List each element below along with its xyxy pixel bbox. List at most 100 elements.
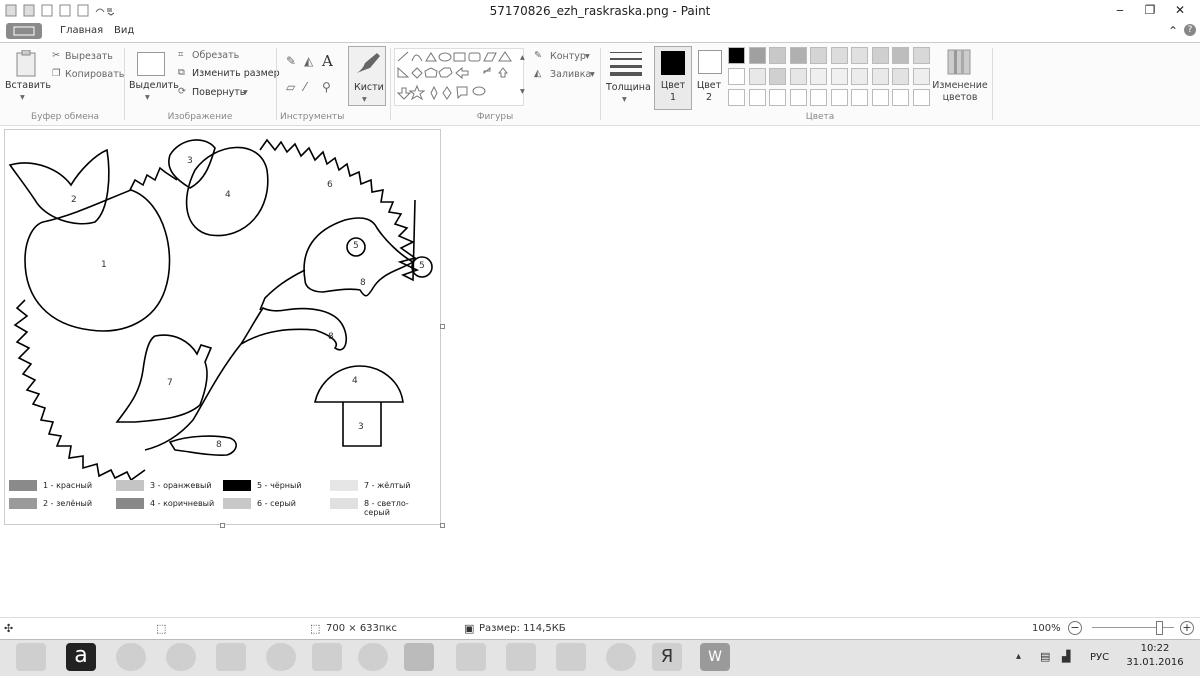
drawing-canvas[interactable]: 2 1 3 4 6 5 5 8 8 7 8 4 3 1 - красный 2 -… <box>4 129 441 525</box>
size-dropdown-icon[interactable]: ▾ <box>622 94 627 105</box>
palette-swatch[interactable] <box>871 68 889 85</box>
tray-network-icon[interactable]: ▟ <box>1062 650 1070 663</box>
copy-button[interactable]: Копировать <box>65 69 124 80</box>
tray-device-icon[interactable]: ▤ <box>1040 650 1050 663</box>
taskbar-folder-icon[interactable] <box>16 643 46 671</box>
paste-dropdown-icon[interactable]: ▾ <box>20 92 25 103</box>
cut-button[interactable]: Вырезать <box>65 51 113 62</box>
palette-swatch[interactable] <box>728 68 745 85</box>
fill-button[interactable]: Заливка <box>550 69 591 80</box>
taskbar-paint-icon[interactable] <box>404 643 434 671</box>
palette-swatch[interactable] <box>851 47 868 64</box>
palette-swatch[interactable] <box>789 68 807 85</box>
zoom-out-button[interactable]: − <box>1068 621 1082 635</box>
palette-swatch[interactable] <box>810 47 827 64</box>
taskbar-opera-icon[interactable] <box>116 643 146 671</box>
shapes-expand-icon[interactable]: ▾ <box>520 86 525 97</box>
legend-label: 3 - оранжевый <box>150 481 212 490</box>
select-dropdown-icon[interactable]: ▾ <box>145 92 150 103</box>
palette-swatch[interactable] <box>912 47 930 64</box>
rotate-button[interactable]: Повернуть <box>192 87 245 98</box>
tab-home[interactable]: Главная <box>60 25 103 36</box>
palette-swatch[interactable] <box>871 47 889 64</box>
taskbar-word-icon[interactable]: W <box>700 643 730 671</box>
tray-time[interactable]: 10:22 <box>1130 643 1180 654</box>
palette-custom-swatch[interactable] <box>810 89 827 106</box>
rotate-dropdown-icon[interactable]: ▾ <box>243 87 248 98</box>
help-icon[interactable]: ? <box>1184 24 1196 36</box>
shapes-scroll-up-icon[interactable]: ▴ <box>520 52 525 63</box>
taskbar-network-icon[interactable] <box>556 643 586 671</box>
taskbar-amazon-icon[interactable]: a <box>66 643 96 671</box>
palette-swatch[interactable] <box>810 68 827 85</box>
taskbar-tools-icon[interactable] <box>312 643 342 671</box>
taskbar-skype-icon[interactable] <box>266 643 296 671</box>
edit-colors-button[interactable]: Изменение цветов <box>932 80 988 104</box>
taskbar-media-icon[interactable] <box>606 643 636 671</box>
maximize-button[interactable]: ❐ <box>1135 0 1165 20</box>
taskbar-calculator-icon[interactable] <box>216 643 246 671</box>
file-tab[interactable] <box>6 23 42 39</box>
select-button[interactable]: Выделить <box>129 80 179 91</box>
paste-icon[interactable] <box>14 49 38 78</box>
crop-button[interactable]: Обрезать <box>192 50 239 61</box>
taskbar-firefox-icon[interactable] <box>358 643 388 671</box>
tray-language[interactable]: РУС <box>1090 652 1109 663</box>
palette-custom-swatch[interactable] <box>912 89 930 106</box>
palette-swatch[interactable] <box>830 47 848 64</box>
resize-handle[interactable] <box>220 523 225 528</box>
palette-swatch[interactable] <box>830 68 848 85</box>
pencil-icon[interactable]: ✎ <box>286 54 296 68</box>
shapes-gallery[interactable] <box>394 48 524 106</box>
outline-dropdown-icon[interactable]: ▾ <box>585 51 590 62</box>
palette-swatch[interactable] <box>789 47 807 64</box>
palette-custom-swatch[interactable] <box>830 89 848 106</box>
taskbar-pen-icon[interactable] <box>506 643 536 671</box>
palette-swatch[interactable] <box>728 47 745 64</box>
palette-custom-swatch[interactable] <box>851 89 868 106</box>
fill-bucket-icon[interactable]: ◭ <box>304 54 313 68</box>
palette-custom-swatch[interactable] <box>789 89 807 106</box>
zoom-slider-thumb[interactable] <box>1156 621 1164 635</box>
palette-custom-swatch[interactable] <box>871 89 889 106</box>
brushes-button[interactable] <box>348 46 386 106</box>
resize-handle[interactable] <box>440 324 445 329</box>
palette-custom-swatch[interactable] <box>769 89 786 106</box>
zoom-in-button[interactable]: + <box>1180 621 1194 635</box>
resize-handle[interactable] <box>440 523 445 528</box>
taskbar-publisher-icon[interactable] <box>456 643 486 671</box>
palette-swatch[interactable] <box>851 68 868 85</box>
palette-swatch[interactable] <box>748 68 766 85</box>
fill-dropdown-icon[interactable]: ▾ <box>590 69 595 80</box>
minimize-button[interactable]: ‒ <box>1105 0 1135 20</box>
close-button[interactable]: ✕ <box>1165 0 1195 20</box>
eraser-icon[interactable]: ▱ <box>286 80 295 94</box>
select-icon[interactable] <box>137 52 165 76</box>
brushes-dropdown-icon[interactable]: ▾ <box>362 94 367 105</box>
tray-arrow-icon[interactable]: ▴ <box>1016 651 1021 662</box>
edit-colors-icon[interactable] <box>946 48 972 76</box>
tray-date[interactable]: 31.01.2016 <box>1124 657 1186 668</box>
color-picker-icon[interactable]: ⁄ <box>304 80 306 94</box>
palette-custom-swatch[interactable] <box>748 89 766 106</box>
outline-button[interactable]: Контур <box>550 51 586 62</box>
collapse-ribbon-icon[interactable]: ⌃ <box>1168 24 1178 38</box>
color2-button[interactable] <box>698 50 722 74</box>
palette-swatch[interactable] <box>769 68 786 85</box>
taskbar-yandex-icon[interactable]: Я <box>652 643 682 671</box>
brush-icon <box>357 53 380 73</box>
paste-button[interactable]: Вставить <box>5 80 51 91</box>
taskbar-chrome-icon[interactable] <box>166 643 196 671</box>
palette-swatch[interactable] <box>748 47 766 64</box>
palette-swatch[interactable] <box>892 47 909 64</box>
text-tool-icon[interactable]: A <box>322 52 333 70</box>
file-size-icon: ▣ <box>464 622 475 635</box>
tab-view[interactable]: Вид <box>114 25 134 36</box>
palette-swatch[interactable] <box>912 68 930 85</box>
resize-button[interactable]: Изменить размер <box>192 68 280 79</box>
palette-custom-swatch[interactable] <box>728 89 745 106</box>
palette-swatch[interactable] <box>892 68 909 85</box>
palette-swatch[interactable] <box>769 47 786 64</box>
magnifier-icon[interactable]: ⚲ <box>322 80 331 94</box>
palette-custom-swatch[interactable] <box>892 89 909 106</box>
